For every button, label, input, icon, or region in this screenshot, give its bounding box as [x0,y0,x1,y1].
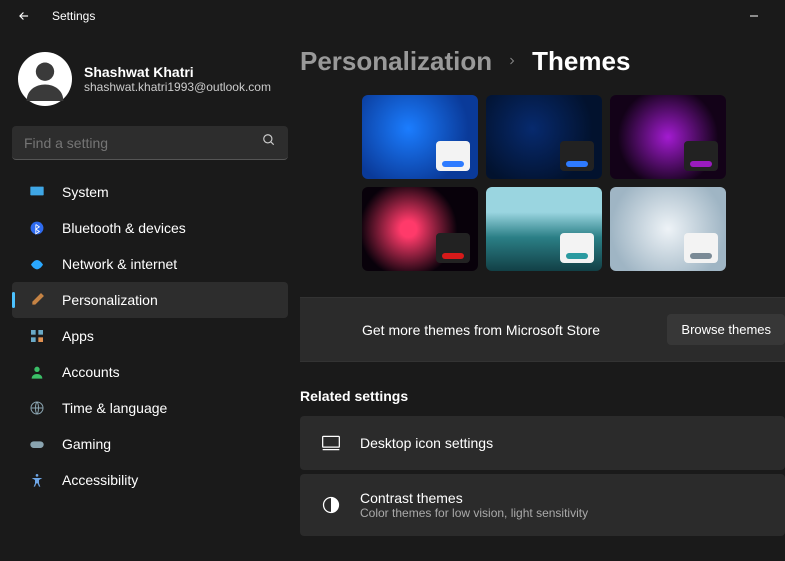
sidebar-item-apps[interactable]: Apps [12,318,288,354]
contrast-themes-row[interactable]: Contrast themes Color themes for low vis… [300,474,785,536]
search-box[interactable] [12,126,288,160]
sidebar-item-gaming[interactable]: Gaming [12,426,288,462]
accessibility-icon [28,471,46,489]
sidebar-item-label: Gaming [62,436,111,452]
sidebar-item-network-internet[interactable]: Network & internet [12,246,288,282]
grid-icon [28,327,46,345]
profile-email: shashwat.khatri1993@outlook.com [84,80,271,94]
related-settings-header: Related settings [300,362,785,416]
theme-thumbnail[interactable] [486,187,602,271]
sidebar-item-label: System [62,184,109,200]
sidebar-item-label: Time & language [62,400,167,416]
search-icon [262,133,276,152]
sidebar-item-label: Accounts [62,364,120,380]
store-row: Get more themes from Microsoft Store Bro… [300,297,785,362]
breadcrumb-parent[interactable]: Personalization [300,46,492,77]
minimize-button[interactable] [733,2,775,30]
sidebar-item-personalization[interactable]: Personalization [12,282,288,318]
brush-icon [28,291,46,309]
sidebar-item-label: Network & internet [62,256,177,272]
sidebar-item-label: Accessibility [62,472,138,488]
globe-icon [28,399,46,417]
game-icon [28,435,46,453]
window-title: Settings [52,9,95,23]
theme-thumbnail[interactable] [610,95,726,179]
theme-thumbnail[interactable] [486,95,602,179]
sidebar-item-system[interactable]: System [12,174,288,210]
setting-row-subtitle: Color themes for low vision, light sensi… [360,506,588,520]
profile-name: Shashwat Khatri [84,64,271,80]
store-text: Get more themes from Microsoft Store [362,322,600,338]
desktop-icon-settings-row[interactable]: Desktop icon settings [300,416,785,470]
sidebar-item-label: Bluetooth & devices [62,220,186,236]
desktop-icon [320,432,342,454]
theme-thumbnail[interactable] [610,187,726,271]
person-icon [28,363,46,381]
back-button[interactable] [10,2,38,30]
sidebar-item-time-language[interactable]: Time & language [12,390,288,426]
sidebar-item-bluetooth-devices[interactable]: Bluetooth & devices [12,210,288,246]
avatar [18,52,72,106]
monitor-icon [28,183,46,201]
sidebar-item-accounts[interactable]: Accounts [12,354,288,390]
wifi-icon [28,255,46,273]
search-input[interactable] [24,135,262,151]
setting-row-title: Desktop icon settings [360,435,493,451]
sidebar-item-label: Personalization [62,292,158,308]
setting-row-title: Contrast themes [360,490,588,506]
chevron-right-icon [506,54,518,70]
profile-block[interactable]: Shashwat Khatri shashwat.khatri1993@outl… [12,46,288,120]
browse-themes-button[interactable]: Browse themes [667,314,785,345]
sidebar-item-accessibility[interactable]: Accessibility [12,462,288,498]
theme-thumbnail[interactable] [362,95,478,179]
theme-thumbnail[interactable] [362,187,478,271]
bluetooth-icon [28,219,46,237]
sidebar-item-label: Apps [62,328,94,344]
contrast-icon [320,494,342,516]
breadcrumb-current: Themes [532,46,630,77]
breadcrumb: Personalization Themes [300,46,785,95]
